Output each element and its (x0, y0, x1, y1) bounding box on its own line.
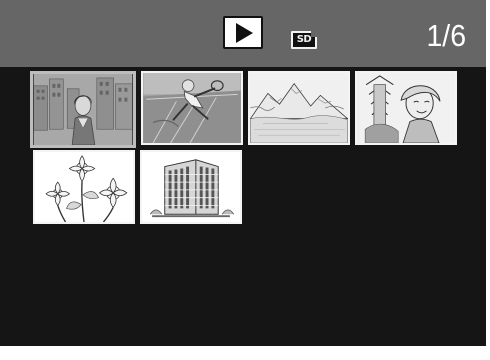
thumbnail-flowers[interactable] (33, 150, 135, 224)
thumbnail-grid (0, 0, 486, 346)
woman-temple-image (357, 73, 455, 143)
thumbnail-woman-city[interactable] (30, 71, 136, 148)
building-image (142, 152, 240, 222)
mountain-lake-image (250, 73, 348, 143)
thumbnail-woman-temple[interactable] (355, 71, 457, 145)
thumbnail-mountain-lake[interactable] (248, 71, 350, 145)
camera-playback-screen: SD 1/6 (0, 0, 486, 346)
woman-city-image (33, 74, 133, 145)
flowers-image (35, 152, 133, 222)
thumbnail-tennis-player[interactable] (141, 71, 243, 145)
tennis-player-image (143, 73, 241, 143)
thumbnail-building[interactable] (140, 150, 242, 224)
